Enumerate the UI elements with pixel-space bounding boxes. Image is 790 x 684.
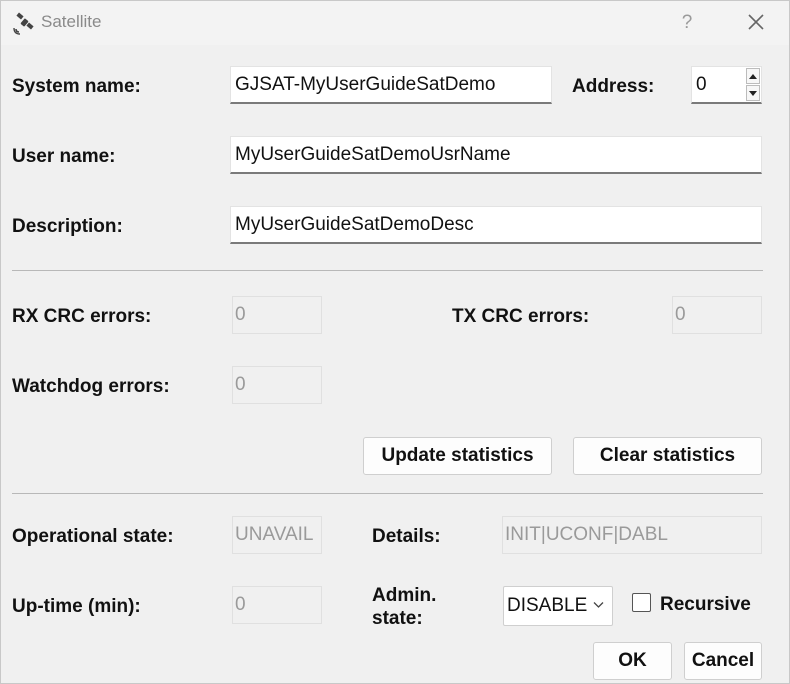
description-label: Description:: [12, 216, 123, 237]
uptime-value: 0: [232, 586, 322, 624]
close-icon: [748, 14, 764, 30]
satellite-dialog: Satellite ? System name: GJSAT-MyUserGui…: [0, 0, 790, 684]
recursive-label: Recursive: [660, 594, 751, 615]
watchdog-value: 0: [232, 366, 322, 404]
title-bar: Satellite ?: [1, 1, 789, 45]
arrow-up-icon: [749, 73, 757, 79]
rx-crc-label: RX CRC errors:: [12, 306, 152, 327]
cancel-button[interactable]: Cancel: [684, 642, 762, 680]
admin-state-label-line2: state:: [372, 608, 423, 629]
window-title: Satellite: [41, 12, 102, 31]
clear-statistics-button[interactable]: Clear statistics: [573, 437, 762, 475]
address-label: Address:: [572, 76, 655, 97]
description-input[interactable]: MyUserGuideSatDemoDesc: [230, 206, 762, 244]
user-name-label: User name:: [12, 146, 116, 167]
system-name-input[interactable]: GJSAT-MyUserGuideSatDemo: [230, 66, 552, 104]
details-value: INIT|UCONF|DABL: [502, 516, 762, 554]
user-name-input[interactable]: MyUserGuideSatDemoUsrName: [230, 136, 762, 174]
admin-state-selected: DISABLE: [507, 595, 588, 616]
system-name-label: System name:: [12, 76, 141, 97]
operational-state-label: Operational state:: [12, 526, 174, 547]
satellite-icon: [13, 12, 34, 35]
address-increment[interactable]: [746, 68, 760, 84]
operational-state-value: UNAVAIL: [232, 516, 322, 554]
separator-1: [12, 270, 763, 271]
rx-crc-value: 0: [232, 296, 322, 334]
help-button[interactable]: ?: [673, 9, 701, 37]
chevron-down-icon: [593, 602, 604, 608]
admin-state-label-line1: Admin.: [372, 585, 437, 606]
uptime-label: Up-time (min):: [12, 596, 141, 617]
separator-2: [12, 493, 763, 494]
arrow-down-icon: [749, 90, 757, 96]
close-button[interactable]: [741, 9, 771, 37]
tx-crc-value: 0: [672, 296, 762, 334]
details-label: Details:: [372, 526, 441, 547]
address-decrement[interactable]: [746, 85, 760, 101]
watchdog-label: Watchdog errors:: [12, 376, 170, 397]
update-statistics-button[interactable]: Update statistics: [363, 437, 552, 475]
recursive-checkbox[interactable]: [632, 593, 651, 612]
ok-button[interactable]: OK: [593, 642, 672, 680]
tx-crc-label: TX CRC errors:: [452, 306, 590, 327]
admin-state-select[interactable]: DISABLE: [503, 586, 613, 626]
